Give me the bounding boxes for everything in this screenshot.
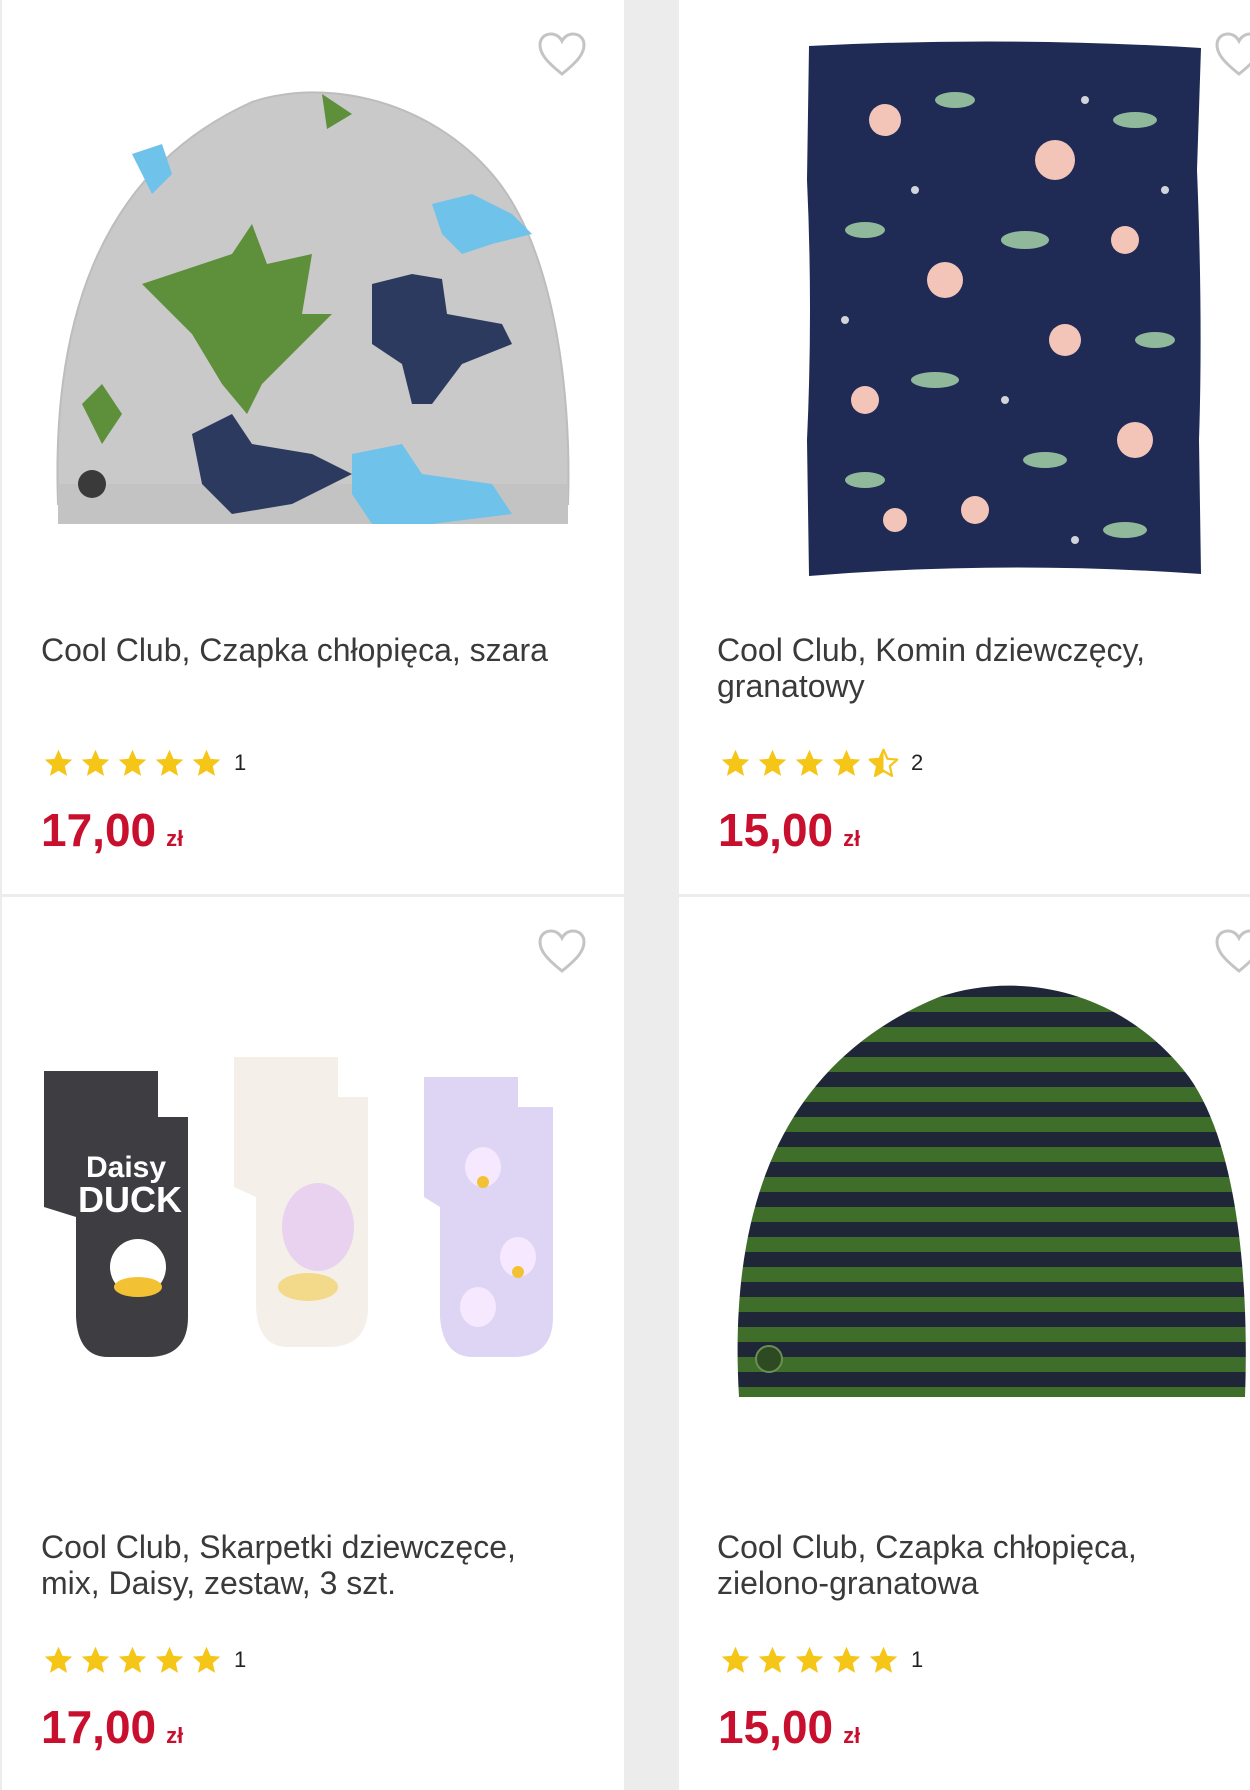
- star-icon: [81, 749, 110, 776]
- star-icon: [192, 1646, 221, 1673]
- star-icon: [758, 749, 787, 776]
- price-currency: zł: [166, 826, 184, 851]
- product-price: 17,00 zł: [41, 800, 183, 869]
- review-count: 1: [234, 1647, 247, 1672]
- star-icon: [758, 1646, 787, 1673]
- star-icon: [118, 1646, 147, 1673]
- review-count: 1: [234, 750, 247, 775]
- navy-floral-snood-image[interactable]: [805, 40, 1205, 580]
- gray-dinosaur-beanie-image[interactable]: [52, 84, 572, 544]
- star-icon: [795, 1646, 824, 1673]
- sock-text-duck: DUCK: [78, 1179, 182, 1220]
- star-icon: [832, 749, 861, 776]
- star-icon: [721, 749, 750, 776]
- price-value: 15,00: [718, 1701, 834, 1753]
- rating-stars: [41, 747, 224, 780]
- rating-stars: [718, 747, 901, 780]
- product-card[interactable]: Daisy DUCK Cool Club, Skarpetki dziewczę…: [2, 897, 624, 1790]
- product-rating: 1: [41, 1643, 246, 1677]
- price-currency: zł: [843, 1723, 861, 1748]
- heart-icon[interactable]: [1214, 32, 1250, 78]
- star-icon: [795, 749, 824, 776]
- price-value: 17,00: [41, 1701, 157, 1753]
- rating-stars: [41, 1644, 224, 1677]
- price-currency: zł: [843, 826, 861, 851]
- star-icon: [44, 749, 73, 776]
- product-title[interactable]: Cool Club, Czapka chłopięca, zielono-gra…: [717, 1529, 1250, 1601]
- star-icon: [155, 1646, 184, 1673]
- product-price: 15,00 zł: [718, 1697, 860, 1766]
- product-card[interactable]: Cool Club, Komin dziewczęcy, granatowy 2…: [679, 0, 1250, 894]
- product-grid: Cool Club, Czapka chłopięca, szara 1 17,…: [0, 0, 1250, 1790]
- product-card[interactable]: Cool Club, Czapka chłopięca, zielono-gra…: [679, 897, 1250, 1790]
- star-icon: [721, 1646, 750, 1673]
- star-icon: [869, 1646, 898, 1673]
- product-rating: 2: [718, 746, 923, 780]
- star-icon: [44, 1646, 73, 1673]
- product-title[interactable]: Cool Club, Skarpetki dziewczęce, mix, Da…: [41, 1529, 581, 1601]
- product-price: 17,00 zł: [41, 1697, 183, 1766]
- star-icon: [118, 749, 147, 776]
- product-rating: 1: [41, 746, 246, 780]
- product-rating: 1: [718, 1643, 923, 1677]
- green-navy-striped-beanie-image[interactable]: [729, 967, 1250, 1417]
- review-count: 1: [911, 1647, 924, 1672]
- rating-stars: [718, 1644, 901, 1677]
- daisy-duck-socks-image[interactable]: Daisy DUCK: [38, 1057, 598, 1377]
- product-title[interactable]: Cool Club, Czapka chłopięca, szara: [41, 632, 581, 668]
- price-value: 15,00: [718, 804, 834, 856]
- product-price: 15,00 zł: [718, 800, 860, 869]
- price-currency: zł: [166, 1723, 184, 1748]
- star-half-icon: [868, 748, 899, 777]
- price-value: 17,00: [41, 804, 157, 856]
- star-icon: [832, 1646, 861, 1673]
- product-card[interactable]: Cool Club, Czapka chłopięca, szara 1 17,…: [2, 0, 624, 894]
- heart-icon[interactable]: [537, 929, 587, 975]
- product-title[interactable]: Cool Club, Komin dziewczęcy, granatowy: [717, 632, 1250, 704]
- star-icon: [192, 749, 221, 776]
- heart-icon[interactable]: [537, 32, 587, 78]
- review-count: 2: [911, 750, 924, 775]
- star-icon: [155, 749, 184, 776]
- star-icon: [81, 1646, 110, 1673]
